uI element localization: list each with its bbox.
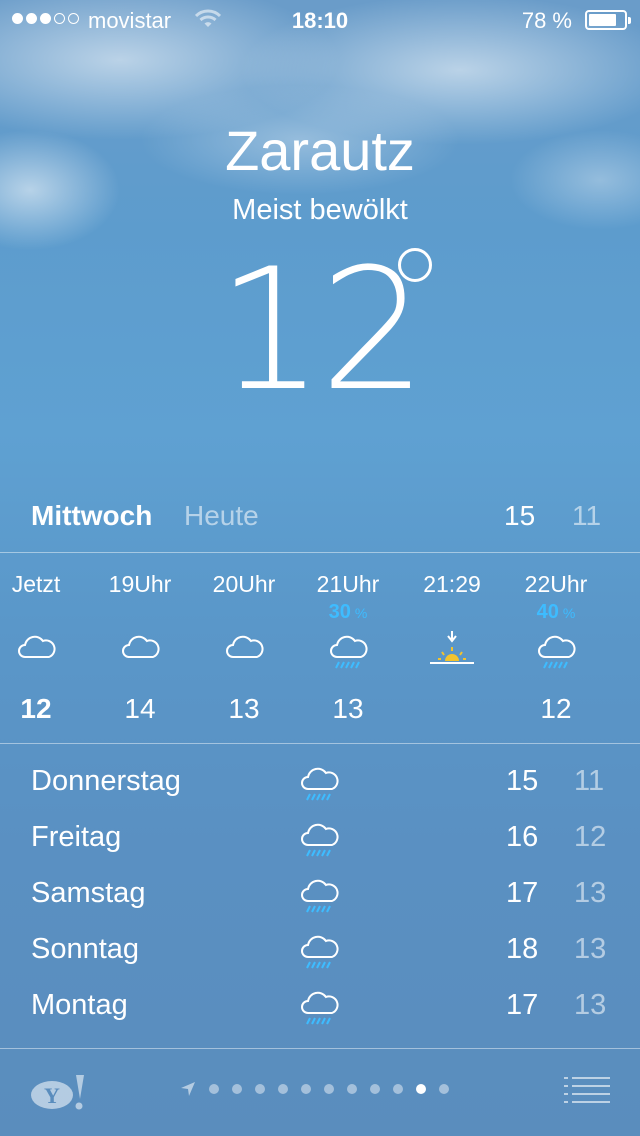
- hour-temp: 13: [228, 693, 260, 724]
- svg-text:Y: Y: [44, 1083, 60, 1108]
- hourly-forecast[interactable]: Jetzt 12 19Uhr 14 20Uhr 13 21Uhr 30% 13 21:29 22Uh…: [0, 553, 640, 743]
- rain-cloud-icon: [301, 767, 339, 801]
- page-dot[interactable]: [393, 1084, 403, 1094]
- day-high: 18: [506, 933, 539, 965]
- page-dot[interactable]: [370, 1084, 380, 1094]
- hourly-item: Jetzt 12: [0, 553, 88, 743]
- cloud-icon: [18, 635, 56, 658]
- precip-value: 40: [536, 601, 559, 623]
- hour-label: 21:29: [423, 571, 481, 597]
- page-dot[interactable]: [439, 1084, 449, 1094]
- page-dot[interactable]: [416, 1084, 426, 1094]
- divider-middle: [0, 743, 640, 744]
- battery-icon: [585, 10, 631, 30]
- cloud-icon: [122, 635, 160, 658]
- today-summary: Mittwoch Heute 15 11: [0, 496, 640, 540]
- hour-label: 22Uhr: [524, 571, 588, 597]
- rain-cloud-icon: [301, 879, 339, 913]
- day-name: Montag: [31, 989, 128, 1021]
- hour-temp: 12: [540, 693, 572, 724]
- day-high: 15: [506, 765, 539, 797]
- precip-value: 30: [328, 601, 351, 623]
- page-indicator[interactable]: [180, 1081, 449, 1097]
- day-low: 11: [574, 765, 605, 797]
- rain-cloud-icon: [301, 935, 339, 969]
- battery-nub: [628, 17, 631, 24]
- day-name: Samstag: [31, 877, 146, 909]
- hour-icon: [120, 631, 160, 671]
- hour-icon: [536, 631, 576, 671]
- today-relative: Heute: [184, 500, 259, 531]
- condition-text: Meist bewölkt: [232, 194, 408, 226]
- hourly-item: 21:29: [400, 553, 504, 743]
- yahoo-logo[interactable]: Y: [30, 1073, 88, 1111]
- rain-cloud-icon: [301, 991, 339, 1025]
- battery-fill: [589, 14, 616, 26]
- page-dot[interactable]: [255, 1084, 265, 1094]
- day-name: Sonntag: [31, 933, 140, 965]
- page-dot[interactable]: [301, 1084, 311, 1094]
- hour-temp: 12: [20, 693, 52, 724]
- footer-bar: Y: [0, 1049, 640, 1136]
- day-low: 13: [574, 877, 607, 909]
- hourly-item: 22Uhr 40% 12: [504, 553, 608, 743]
- hourly-item: 20Uhr 13: [192, 553, 296, 743]
- hour-label: 20Uhr: [212, 571, 276, 597]
- hour-label: 19Uhr: [108, 571, 172, 597]
- day-name: Donnerstag: [31, 765, 181, 797]
- day-icon: [299, 875, 339, 917]
- daily-row: Sonntag 18 13: [0, 923, 640, 979]
- hourly-item: 21Uhr 30% 13: [296, 553, 400, 743]
- hour-icon: [224, 631, 264, 671]
- current-temperature: 12: [217, 232, 427, 428]
- rain-cloud-icon: [538, 635, 576, 669]
- sunset-icon: [430, 631, 474, 664]
- location-arrow-icon[interactable]: [180, 1081, 196, 1097]
- hour-label: 21Uhr: [316, 571, 380, 597]
- hour-icon: [430, 631, 474, 671]
- page-dot[interactable]: [278, 1084, 288, 1094]
- status-bar: movistar 18:10 78 %: [0, 0, 640, 40]
- rain-cloud-icon: [330, 635, 368, 669]
- day-high: 17: [506, 877, 539, 909]
- day-name: Freitag: [31, 821, 122, 853]
- day-low: 13: [574, 989, 607, 1021]
- rain-cloud-icon: [301, 823, 339, 857]
- hour-temp: 13: [332, 693, 364, 724]
- precip-unit: %: [354, 605, 368, 621]
- page-dot[interactable]: [347, 1084, 357, 1094]
- precip-chance: 30%: [296, 601, 400, 624]
- daily-row: Samstag 17 13: [0, 867, 640, 923]
- day-high: 16: [506, 821, 539, 853]
- day-icon: [299, 763, 339, 805]
- page-dot[interactable]: [209, 1084, 219, 1094]
- today-day: Mittwoch: [31, 500, 153, 531]
- page-dot[interactable]: [324, 1084, 334, 1094]
- daily-row: Montag 17 13: [0, 979, 640, 1035]
- degree-symbol: [398, 248, 432, 282]
- today-high: 15: [504, 500, 536, 531]
- hour-icon: [328, 631, 368, 671]
- day-icon: [299, 819, 339, 861]
- day-icon: [299, 931, 339, 973]
- daily-row: Donnerstag 15 11: [0, 755, 640, 811]
- hour-temp: 14: [124, 693, 156, 724]
- hour-icon: [16, 631, 56, 671]
- hour-label: Jetzt: [11, 571, 61, 597]
- city-name: Zarautz: [225, 119, 415, 182]
- page-dot[interactable]: [232, 1084, 242, 1094]
- list-icon[interactable]: [564, 1075, 610, 1105]
- precip-unit: %: [562, 605, 576, 621]
- daily-row: Freitag 16 12: [0, 811, 640, 867]
- day-icon: [299, 987, 339, 1029]
- battery-percentage: 78 %: [521, 8, 572, 33]
- cloud-icon: [226, 635, 264, 658]
- precip-chance: 40%: [504, 601, 608, 624]
- today-low: 11: [572, 500, 602, 531]
- hourly-item: 19Uhr 14: [88, 553, 192, 743]
- day-low: 13: [574, 933, 607, 965]
- day-high: 17: [506, 989, 539, 1021]
- day-low: 12: [574, 821, 607, 853]
